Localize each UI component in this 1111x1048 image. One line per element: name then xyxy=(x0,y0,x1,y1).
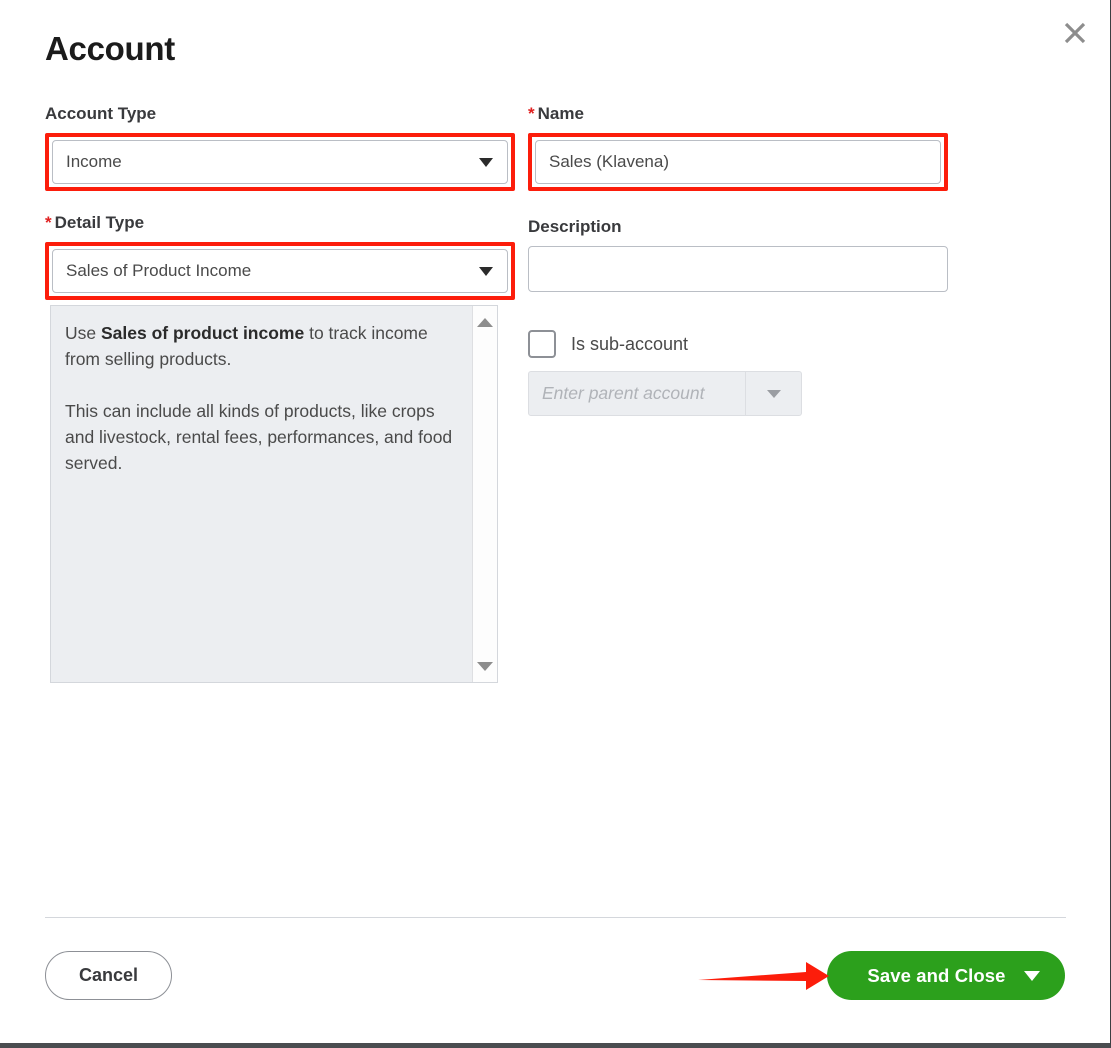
name-label-text: Name xyxy=(537,104,584,123)
required-asterisk: * xyxy=(45,213,52,232)
right-column: * Name Sales (Klavena) Description xyxy=(528,104,948,292)
account-type-value: Income xyxy=(66,152,122,171)
help-paragraph-1: Use Sales of product income to track inc… xyxy=(65,320,456,372)
chevron-down-icon xyxy=(479,266,493,276)
save-button-label: Save and Close xyxy=(867,964,1006,986)
detail-type-highlight: Sales of Product Income xyxy=(45,242,515,300)
detail-type-label: * Detail Type xyxy=(45,213,515,233)
parent-account-select[interactable]: Enter parent account xyxy=(528,371,802,416)
account-type-label: Account Type xyxy=(45,104,515,124)
scroll-up-arrow-icon[interactable] xyxy=(473,311,497,333)
name-highlight: Sales (Klavena) xyxy=(528,133,948,191)
annotation-arrow-icon xyxy=(698,962,829,990)
account-type-highlight: Income xyxy=(45,133,515,191)
cancel-button-label: Cancel xyxy=(78,965,139,985)
account-dialog: Account Account Type Income * Detail Type… xyxy=(0,0,1111,1048)
help-panel-scrollbar[interactable] xyxy=(472,306,497,682)
help-p1-prefix: Use xyxy=(65,323,101,343)
account-type-label-text: Account Type xyxy=(45,104,157,123)
page-title: Account xyxy=(45,30,175,67)
name-input[interactable]: Sales (Klavena) xyxy=(535,140,941,184)
description-input[interactable] xyxy=(528,246,948,292)
name-value: Sales (Klavena) xyxy=(549,152,670,171)
sub-account-section: Is sub-account Enter parent account xyxy=(528,330,802,416)
help-paragraph-2: This can include all kinds of products, … xyxy=(65,401,453,473)
help-panel-text: Use Sales of product income to track inc… xyxy=(51,306,472,682)
parent-account-dropdown-toggle[interactable] xyxy=(745,372,801,415)
detail-type-value: Sales of Product Income xyxy=(66,261,252,280)
account-type-select[interactable]: Income xyxy=(52,140,508,184)
parent-account-placeholder: Enter parent account xyxy=(542,383,705,403)
is-sub-account-label: Is sub-account xyxy=(571,333,689,354)
chevron-down-icon[interactable] xyxy=(1024,970,1040,981)
close-icon[interactable] xyxy=(1056,14,1094,52)
cancel-button[interactable]: Cancel xyxy=(45,951,172,1000)
name-label: * Name xyxy=(528,104,948,124)
is-sub-account-checkbox[interactable] xyxy=(528,330,556,358)
left-column: Account Type Income * Detail Type Sales o… xyxy=(45,104,515,300)
save-and-close-button[interactable]: Save and Close xyxy=(827,951,1065,1000)
detail-type-help-panel: Use Sales of product income to track inc… xyxy=(50,305,498,683)
detail-type-select[interactable]: Sales of Product Income xyxy=(52,249,508,293)
description-label-text: Description xyxy=(528,217,622,236)
help-p1-bold: Sales of product income xyxy=(100,323,305,343)
chevron-down-icon xyxy=(479,157,493,167)
required-asterisk: * xyxy=(528,104,535,123)
sub-account-checkbox-row: Is sub-account xyxy=(528,330,802,358)
detail-type-label-text: Detail Type xyxy=(54,213,145,232)
chevron-down-icon xyxy=(766,389,781,398)
footer-divider xyxy=(45,917,1066,918)
description-label: Description xyxy=(528,217,948,237)
scroll-down-arrow-icon[interactable] xyxy=(473,655,497,677)
